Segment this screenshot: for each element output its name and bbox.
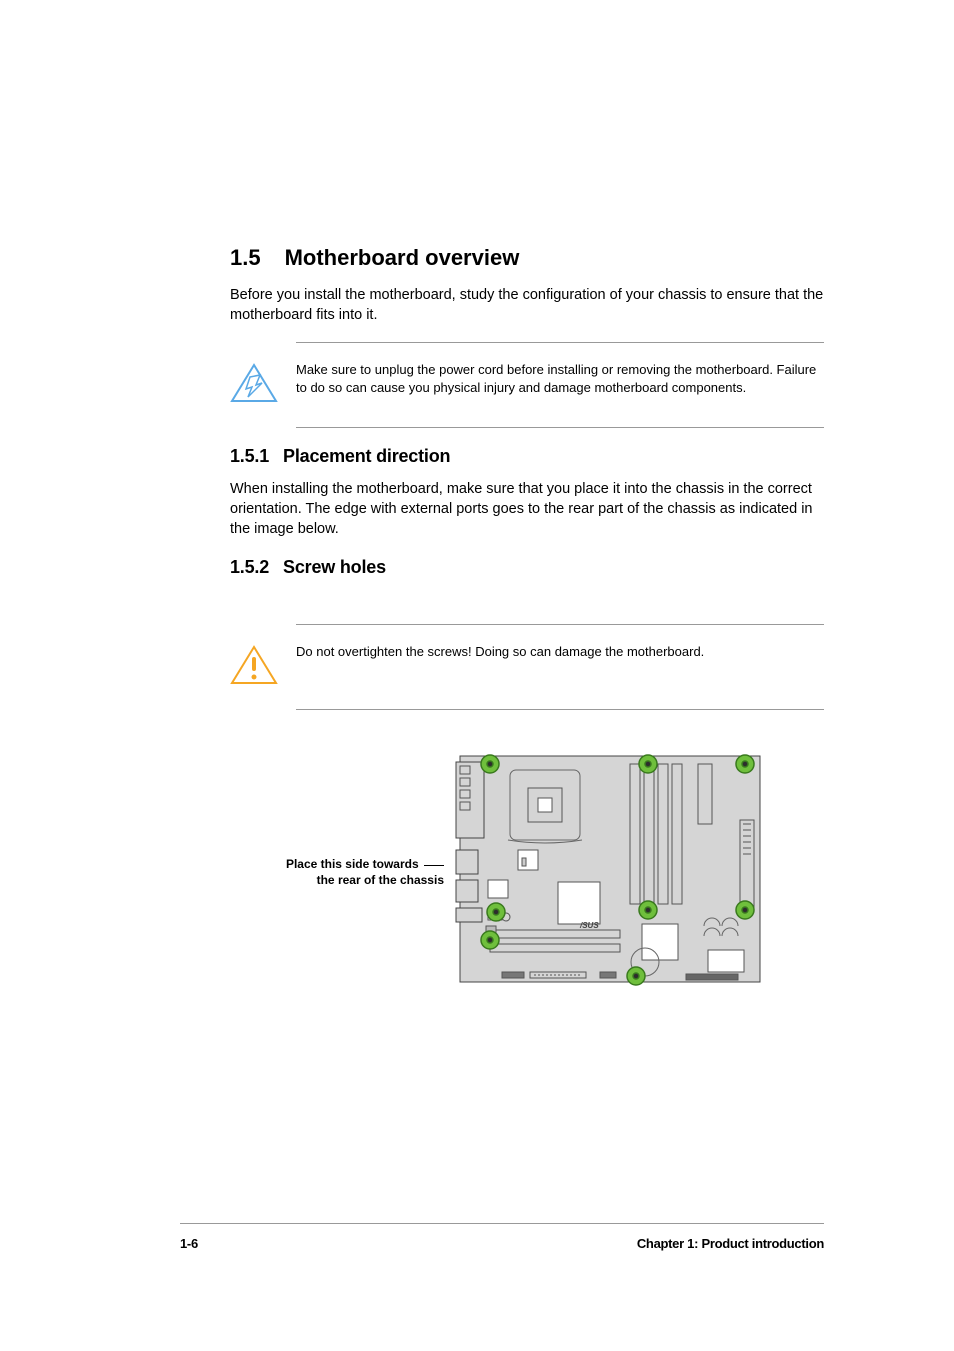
motherboard-figure: Place this side towards the rear of the … xyxy=(230,750,824,995)
warning-callout-1: Make sure to unplug the power cord befor… xyxy=(230,359,824,407)
rule xyxy=(296,342,824,343)
section-intro: Before you install the motherboard, stud… xyxy=(230,285,824,326)
rule xyxy=(296,427,824,428)
subsection-1-text: When installing the motherboard, make su… xyxy=(230,479,824,540)
subsection-1-number: 1.5.1 xyxy=(230,446,269,466)
subsection-2-number: 1.5.2 xyxy=(230,557,269,577)
section-title-text: Motherboard overview xyxy=(285,245,520,270)
warning-text-1: Make sure to unplug the power cord befor… xyxy=(296,359,824,397)
footer-page-number: 1-6 xyxy=(180,1236,198,1251)
label-leader-line xyxy=(424,865,444,866)
section-number: 1.5 xyxy=(230,245,261,270)
rule xyxy=(296,709,824,710)
caution-text: Do not overtighten the screws! Doing so … xyxy=(296,641,704,661)
brand-text: /SUS xyxy=(579,921,599,930)
subsection-1-title: Placement direction xyxy=(283,446,450,466)
motherboard-label-line1: Place this side towards xyxy=(286,857,419,871)
warning-icon xyxy=(230,359,278,407)
motherboard-label: Place this side towards the rear of the … xyxy=(230,857,444,888)
footer-chapter: Chapter 1: Product introduction xyxy=(637,1236,824,1251)
rule xyxy=(296,624,824,625)
page-root: 1.5 Motherboard overview Before you insta… xyxy=(0,0,954,1351)
caution-icon xyxy=(230,641,278,689)
subsection-2-title: Screw holes xyxy=(283,557,386,577)
motherboard-label-line2: the rear of the chassis xyxy=(317,873,444,887)
motherboard-diagram: /SUS xyxy=(450,750,824,995)
caution-callout: Do not overtighten the screws! Doing so … xyxy=(230,641,824,689)
subsection-1-heading: 1.5.1 Placement direction xyxy=(230,446,824,467)
subsection-2-heading: 1.5.2 Screw holes xyxy=(230,557,824,578)
page-footer: 1-6 Chapter 1: Product introduction xyxy=(180,1223,824,1251)
section-title: 1.5 Motherboard overview xyxy=(230,245,824,271)
